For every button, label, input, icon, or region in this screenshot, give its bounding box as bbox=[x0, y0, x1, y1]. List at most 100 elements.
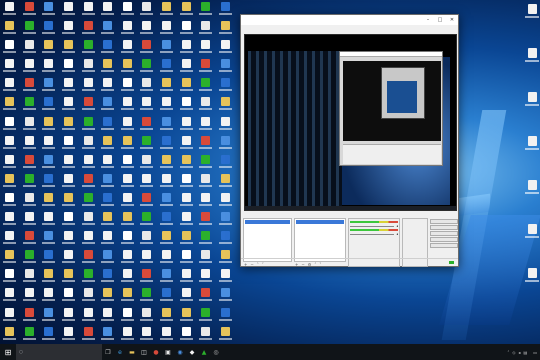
desktop-icon[interactable] bbox=[0, 19, 20, 38]
desktop-icon[interactable] bbox=[78, 76, 98, 95]
desktop-icon[interactable] bbox=[20, 38, 40, 57]
desktop-icon[interactable] bbox=[157, 19, 177, 38]
sources-list[interactable] bbox=[294, 218, 346, 262]
desktop-icon[interactable] bbox=[20, 191, 40, 210]
desktop-icon[interactable] bbox=[157, 229, 177, 248]
desktop-icon[interactable] bbox=[196, 325, 216, 344]
desktop-icon[interactable] bbox=[20, 210, 40, 229]
desktop-icon[interactable] bbox=[157, 210, 177, 229]
desktop-icon[interactable] bbox=[78, 95, 98, 114]
desktop-icon[interactable] bbox=[157, 267, 177, 286]
desktop-icon[interactable] bbox=[20, 248, 40, 267]
desktop-icon[interactable] bbox=[0, 267, 20, 286]
desktop-icon[interactable] bbox=[196, 210, 216, 229]
desktop-icon[interactable] bbox=[39, 38, 59, 57]
desktop-icon[interactable] bbox=[118, 229, 138, 248]
desktop-icon[interactable] bbox=[216, 38, 236, 57]
desktop-icon[interactable] bbox=[118, 306, 138, 325]
desktop-icon[interactable] bbox=[137, 286, 157, 305]
desktop-icon[interactable] bbox=[176, 76, 196, 95]
desktop-icon[interactable] bbox=[216, 115, 236, 134]
desktop-icon[interactable] bbox=[20, 0, 40, 19]
desktop-icon[interactable] bbox=[157, 0, 177, 19]
desktop-icon[interactable] bbox=[39, 134, 59, 153]
desktop-icon[interactable] bbox=[98, 95, 118, 114]
desktop-icon[interactable] bbox=[59, 325, 79, 344]
file-explorer-icon[interactable]: ▬ bbox=[126, 344, 138, 360]
desktop-icon[interactable] bbox=[118, 248, 138, 267]
desktop-icon[interactable] bbox=[78, 0, 98, 19]
desktop-icon[interactable] bbox=[176, 325, 196, 344]
desktop-icon[interactable] bbox=[39, 19, 59, 38]
desktop-icon[interactable] bbox=[39, 248, 59, 267]
desktop-icon[interactable] bbox=[0, 286, 20, 305]
desktop-icon[interactable] bbox=[176, 134, 196, 153]
volume-slider[interactable] bbox=[350, 233, 395, 235]
desktop-icon[interactable] bbox=[78, 325, 98, 344]
desktop-icon[interactable] bbox=[118, 76, 138, 95]
desktop-icon[interactable] bbox=[39, 115, 59, 134]
desktop-icon[interactable] bbox=[196, 19, 216, 38]
desktop-icon[interactable] bbox=[78, 286, 98, 305]
desktop-icon[interactable] bbox=[98, 248, 118, 267]
task-view-icon[interactable]: ❐ bbox=[102, 344, 114, 360]
desktop-icon[interactable] bbox=[176, 306, 196, 325]
desktop-icon[interactable] bbox=[118, 57, 138, 76]
desktop-icon[interactable] bbox=[196, 286, 216, 305]
desktop-icon[interactable] bbox=[39, 229, 59, 248]
desktop-icon[interactable] bbox=[39, 306, 59, 325]
desktop-icon[interactable] bbox=[0, 115, 20, 134]
desktop-icon[interactable] bbox=[39, 0, 59, 19]
desktop-icon[interactable] bbox=[78, 210, 98, 229]
desktop-icon[interactable] bbox=[176, 38, 196, 57]
desktop-icon[interactable] bbox=[216, 210, 236, 229]
desktop-icon[interactable] bbox=[98, 191, 118, 210]
notifications-icon[interactable]: ▭ bbox=[533, 350, 537, 355]
app-icon[interactable]: ● bbox=[150, 344, 162, 360]
desktop-icon[interactable] bbox=[196, 95, 216, 114]
desktop-icon[interactable] bbox=[176, 191, 196, 210]
desktop-icon[interactable] bbox=[157, 115, 177, 134]
obs-window[interactable]: – □ ✕ + − ˄ ˅ + − ⚙ ˄ ˅ ◂ ◂ bbox=[240, 14, 459, 267]
desktop-icon[interactable] bbox=[196, 172, 216, 191]
desktop-icon[interactable] bbox=[196, 306, 216, 325]
desktop-icon[interactable] bbox=[59, 191, 79, 210]
desktop-icon[interactable] bbox=[0, 0, 20, 19]
desktop-icon[interactable] bbox=[522, 92, 540, 106]
desktop-icon[interactable] bbox=[39, 325, 59, 344]
desktop-icon[interactable] bbox=[78, 267, 98, 286]
desktop-icon[interactable] bbox=[20, 229, 40, 248]
desktop-icon[interactable] bbox=[216, 19, 236, 38]
desktop-icon[interactable] bbox=[196, 134, 216, 153]
desktop-icon[interactable] bbox=[216, 134, 236, 153]
desktop-icon[interactable] bbox=[137, 210, 157, 229]
desktop-icon[interactable] bbox=[118, 325, 138, 344]
desktop-icon[interactable] bbox=[59, 115, 79, 134]
desktop-icon[interactable] bbox=[196, 38, 216, 57]
desktop-icon[interactable] bbox=[137, 134, 157, 153]
desktop-icon[interactable] bbox=[157, 57, 177, 76]
desktop-icon[interactable] bbox=[137, 115, 157, 134]
desktop-icon[interactable] bbox=[39, 191, 59, 210]
desktop-icon[interactable] bbox=[0, 325, 20, 344]
desktop-icon[interactable] bbox=[176, 115, 196, 134]
desktop-icon[interactable] bbox=[118, 172, 138, 191]
desktop-icon[interactable] bbox=[176, 267, 196, 286]
desktop-icon[interactable] bbox=[118, 153, 138, 172]
desktop-icon[interactable] bbox=[118, 134, 138, 153]
edge-icon[interactable]: e bbox=[114, 344, 126, 360]
desktop-icon[interactable] bbox=[137, 229, 157, 248]
windows-start-icon[interactable]: ⊞ bbox=[0, 344, 16, 360]
desktop-icon[interactable] bbox=[20, 134, 40, 153]
exit-button[interactable] bbox=[430, 243, 458, 248]
desktop-icon[interactable] bbox=[118, 191, 138, 210]
app-icon[interactable]: ▣ bbox=[162, 344, 174, 360]
desktop-icon[interactable] bbox=[0, 95, 20, 114]
desktop-icon[interactable] bbox=[59, 76, 79, 95]
desktop-icon[interactable] bbox=[20, 19, 40, 38]
app-icon[interactable]: ◆ bbox=[186, 344, 198, 360]
desktop-icon[interactable] bbox=[98, 153, 118, 172]
desktop-icon[interactable] bbox=[98, 19, 118, 38]
desktop-icon[interactable] bbox=[98, 57, 118, 76]
language-icon[interactable]: ▤ bbox=[523, 350, 527, 355]
